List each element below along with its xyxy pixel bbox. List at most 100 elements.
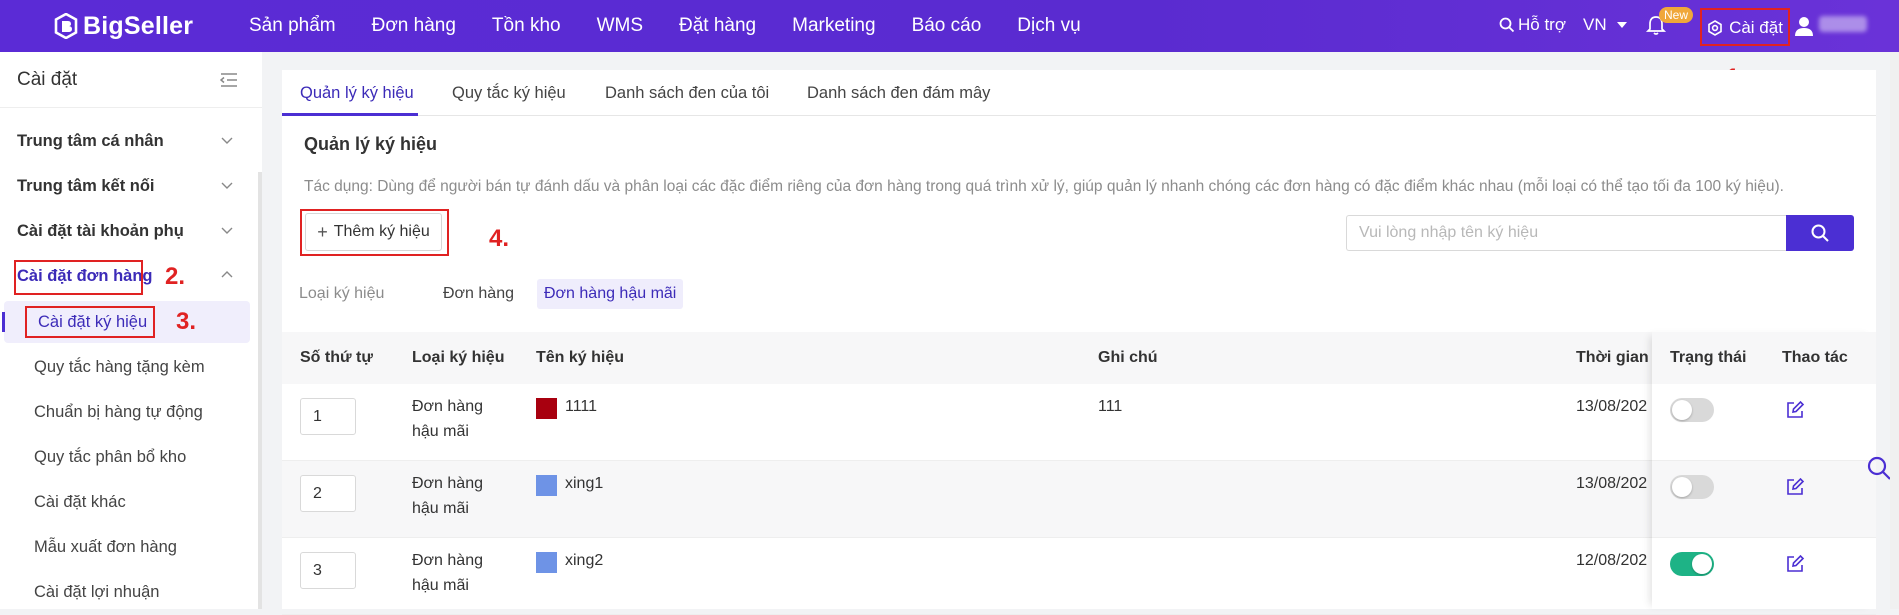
nav-orders[interactable]: Đơn hàng bbox=[372, 15, 456, 37]
filter-chip-aftersales-orders[interactable]: Đơn hàng hậu mãi bbox=[537, 279, 684, 309]
created-time: 13/08/202 bbox=[1576, 398, 1648, 415]
toggle-knob bbox=[1672, 477, 1692, 497]
language-label: VN bbox=[1583, 15, 1607, 34]
floating-search-icon[interactable] bbox=[1866, 455, 1892, 481]
toggle-knob bbox=[1672, 400, 1692, 420]
sidebar-item-label: Chuẩn bị hàng tự động bbox=[34, 402, 203, 421]
page-scrollbar[interactable] bbox=[1890, 52, 1899, 609]
nav-products[interactable]: Sản phẩm bbox=[249, 15, 336, 37]
status-toggle[interactable] bbox=[1670, 398, 1714, 422]
highlight-box-1 bbox=[1700, 8, 1790, 46]
annotation-2: 2. bbox=[165, 263, 186, 290]
username-blurred bbox=[1819, 16, 1867, 32]
tag-name: 1111 bbox=[565, 398, 598, 415]
sidebar-group-personal-center[interactable]: Trung tâm cá nhân bbox=[0, 121, 250, 161]
highlight-box-2 bbox=[14, 260, 143, 295]
col-tag-type: Loại ký hiệu bbox=[412, 349, 505, 366]
edit-icon[interactable] bbox=[1785, 477, 1805, 497]
filter-chip-orders[interactable]: Đơn hàng bbox=[436, 279, 521, 309]
chevron-down-icon bbox=[221, 137, 233, 144]
table-row: 3 Đơn hàng hậu mãi xing2 12/08/202 bbox=[282, 538, 1876, 615]
edit-icon[interactable] bbox=[1785, 554, 1805, 574]
sidebar-item-label: Cài đặt khác bbox=[34, 492, 126, 511]
tab-my-blacklist[interactable]: Danh sách đen của tôi bbox=[605, 84, 769, 103]
tag-name: xing1 bbox=[565, 475, 604, 492]
tab-cloud-blacklist[interactable]: Danh sách đen đám mây bbox=[807, 84, 990, 103]
created-time: 13/08/202 bbox=[1576, 475, 1648, 492]
tag-type-line2: hậu mãi bbox=[412, 423, 469, 440]
main-nav: Sản phẩm Đơn hàng Tồn kho WMS Đặt hàng M… bbox=[249, 0, 1117, 52]
tab-bar: Quản lý ký hiệu Quy tắc ký hiệu Danh sác… bbox=[282, 70, 1876, 116]
sidebar-item-export-template[interactable]: Mẫu xuất đơn hàng bbox=[0, 526, 250, 568]
bigseller-logo-icon bbox=[54, 13, 78, 39]
annotation-4: 4. bbox=[489, 225, 510, 252]
edit-icon[interactable] bbox=[1785, 400, 1805, 420]
nav-reports[interactable]: Báo cáo bbox=[912, 15, 982, 37]
sidebar-item-profit-settings[interactable]: Cài đặt lợi nhuận bbox=[0, 571, 250, 613]
chevron-down-icon bbox=[221, 182, 233, 189]
sidebar-item-auto-prepare[interactable]: Chuẩn bị hàng tự động bbox=[0, 391, 250, 433]
tag-type-line1: Đơn hàng bbox=[412, 552, 483, 569]
table-row-actions bbox=[1652, 538, 1876, 615]
seq-input[interactable]: 2 bbox=[300, 475, 356, 512]
language-selector[interactable]: VN bbox=[1583, 15, 1627, 35]
search-icon bbox=[1811, 224, 1829, 242]
col-seq: Số thứ tự bbox=[300, 349, 373, 366]
status-toggle[interactable] bbox=[1670, 552, 1714, 576]
table-row-actions bbox=[1652, 461, 1876, 538]
col-status: Trạng thái bbox=[1670, 349, 1747, 366]
seq-input[interactable]: 1 bbox=[300, 398, 356, 435]
highlight-box-4 bbox=[300, 209, 449, 256]
tab-tag-management[interactable]: Quản lý ký hiệu bbox=[300, 84, 414, 103]
tag-type-filter-label: Loại ký hiệu bbox=[299, 285, 385, 302]
collapse-sidebar-icon[interactable] bbox=[220, 72, 238, 88]
nav-purchase[interactable]: Đặt hàng bbox=[679, 15, 756, 37]
sidebar-item-label: Quy tắc hàng tặng kèm bbox=[34, 357, 205, 376]
nav-wms[interactable]: WMS bbox=[597, 15, 643, 37]
active-tab-underline bbox=[282, 113, 418, 116]
active-indicator bbox=[2, 312, 5, 332]
tag-search-input[interactable] bbox=[1346, 215, 1786, 251]
nav-services[interactable]: Dịch vụ bbox=[1017, 15, 1080, 37]
sidebar-item-other-settings[interactable]: Cài đặt khác bbox=[0, 481, 250, 523]
sidebar-item-warehouse-allocation[interactable]: Quy tắc phân bổ kho bbox=[0, 436, 250, 478]
tag-type-line1: Đơn hàng bbox=[412, 475, 483, 492]
search-button[interactable] bbox=[1786, 215, 1854, 251]
seq-input[interactable]: 3 bbox=[300, 552, 356, 589]
sidebar-scrollbar[interactable] bbox=[258, 172, 262, 609]
section-title: Quản lý ký hiệu bbox=[304, 134, 438, 154]
col-actions: Thao tác bbox=[1782, 349, 1848, 366]
table-row: 2 Đơn hàng hậu mãi xing1 13/08/202 bbox=[282, 461, 1876, 538]
fixed-right-columns: Trạng thái Thao tác bbox=[1652, 332, 1876, 615]
settings-sidebar: Cài đặt Trung tâm cá nhân Trung tâm kết … bbox=[0, 52, 262, 609]
main-content: Quản lý ký hiệu Quy tắc ký hiệu Danh sác… bbox=[282, 70, 1876, 615]
sidebar-item-label: Quy tắc phân bổ kho bbox=[34, 447, 187, 466]
sidebar-group-label: Trung tâm kết nối bbox=[17, 176, 155, 195]
sidebar-item-label: Mẫu xuất đơn hàng bbox=[34, 537, 177, 556]
user-avatar-icon[interactable] bbox=[1795, 16, 1813, 36]
status-toggle[interactable] bbox=[1670, 475, 1714, 499]
tag-color-swatch bbox=[536, 475, 557, 496]
nav-marketing[interactable]: Marketing bbox=[792, 15, 875, 37]
chevron-down-icon bbox=[221, 227, 233, 234]
tag-type-line2: hậu mãi bbox=[412, 500, 469, 517]
brand-name: BigSeller bbox=[83, 11, 194, 40]
caret-down-icon bbox=[1616, 22, 1627, 28]
annotation-3: 3. bbox=[176, 308, 197, 335]
col-tag-name: Tên ký hiệu bbox=[536, 349, 625, 366]
sidebar-group-connection-center[interactable]: Trung tâm kết nối bbox=[0, 166, 250, 206]
support-link[interactable]: Hỗ trợ bbox=[1499, 15, 1566, 35]
table-header: Số thứ tự Loại ký hiệu Tên ký hiệu Ghi c… bbox=[282, 332, 1876, 384]
sidebar-group-subaccount-settings[interactable]: Cài đặt tài khoản phụ bbox=[0, 211, 250, 251]
search-icon bbox=[1499, 17, 1515, 33]
tag-type-line1: Đơn hàng bbox=[412, 398, 483, 415]
nav-inventory[interactable]: Tồn kho bbox=[492, 15, 561, 37]
sidebar-group-label: Cài đặt tài khoản phụ bbox=[17, 221, 184, 240]
chevron-up-icon bbox=[221, 271, 233, 278]
table-row-actions bbox=[1652, 384, 1876, 461]
bigseller-logo[interactable]: BigSeller bbox=[54, 12, 193, 40]
sidebar-item-gift-rules[interactable]: Quy tắc hàng tặng kèm bbox=[0, 346, 250, 388]
tab-tag-rules[interactable]: Quy tắc ký hiệu bbox=[452, 84, 566, 103]
tag-color-swatch bbox=[536, 552, 557, 573]
tag-type-line2: hậu mãi bbox=[412, 577, 469, 594]
